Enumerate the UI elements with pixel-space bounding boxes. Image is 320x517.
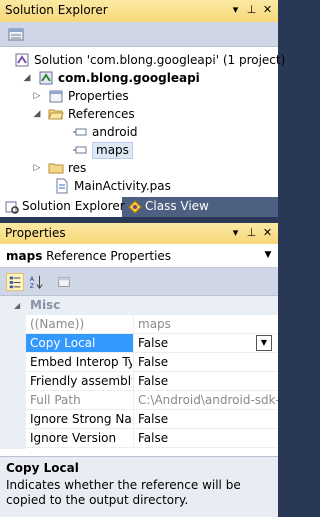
property-value: maps xyxy=(138,317,171,331)
properties-toolbar: A Z xyxy=(0,268,278,296)
object-name: maps xyxy=(6,249,43,263)
grid-margin xyxy=(0,296,26,449)
property-value[interactable]: False xyxy=(138,410,278,428)
property-value[interactable]: False xyxy=(138,429,278,447)
alphabetical-icon[interactable]: A Z xyxy=(27,273,45,291)
tree-item-project-label: com.blong.googleapi xyxy=(58,71,200,85)
column-separator xyxy=(133,410,134,429)
category-row-misc[interactable]: ◢ Misc xyxy=(0,296,278,315)
column-separator xyxy=(133,315,134,334)
property-name: ((Name)) xyxy=(30,317,85,331)
property-row-name[interactable]: ((Name)) maps xyxy=(26,315,278,334)
class-view-icon xyxy=(128,200,142,214)
property-name: Copy Local xyxy=(26,334,133,352)
properties-folder-icon xyxy=(49,90,63,103)
properties-titlebar[interactable]: Properties ▾ ⊥ ✕ xyxy=(0,223,278,244)
properties-panel: Properties ▾ ⊥ ✕ maps Reference Properti… xyxy=(0,223,278,517)
tree-item-mainactivity-label: MainActivity.pas xyxy=(74,179,171,193)
property-name: Ignore Strong Name xyxy=(30,412,132,426)
tree-item-references[interactable]: ◢ References xyxy=(32,105,135,123)
collapse-triangle-icon[interactable]: ◢ xyxy=(14,296,20,315)
property-value: C:\Android\android-sdk-w xyxy=(138,393,278,407)
tree-item-properties[interactable]: ▷ Properties xyxy=(32,87,129,105)
close-icon[interactable]: ✕ xyxy=(261,3,274,17)
tree-item-references-label: References xyxy=(68,107,135,121)
solution-tree: Solution 'com.blong.googleapi' (1 projec… xyxy=(0,47,285,197)
pin-icon[interactable]: ⊥ xyxy=(245,226,258,240)
solution-icon xyxy=(15,53,29,67)
svg-text:Z: Z xyxy=(30,283,34,290)
property-name: Embed Interop Type xyxy=(30,355,132,369)
object-selector[interactable]: maps Reference Properties ▼ xyxy=(0,244,278,268)
chevron-down-icon[interactable]: ▼ xyxy=(256,335,272,351)
tree-item-mainactivity[interactable]: MainActivity.pas xyxy=(54,177,171,195)
tree-item-project[interactable]: ◢ com.blong.googleapi xyxy=(22,69,200,87)
property-row-ignore-strong-name[interactable]: Ignore Strong Name False xyxy=(26,410,278,429)
source-file-icon xyxy=(56,178,68,194)
description-text: Indicates whether the reference will be … xyxy=(6,478,241,507)
solution-explorer-panel: Solution Explorer ▾ ⊥ ✕ Solution 'com.bl… xyxy=(0,0,285,217)
property-name: Full Path xyxy=(30,393,81,407)
property-row-embed-interop[interactable]: Embed Interop Type False xyxy=(26,353,278,372)
column-separator xyxy=(133,429,134,448)
object-type: Reference Properties xyxy=(46,249,172,263)
property-row-ignore-version[interactable]: Ignore Version False xyxy=(26,429,278,448)
tab-solution-explorer[interactable]: Solution Explorer xyxy=(0,197,125,217)
folder-icon xyxy=(48,163,64,174)
pin-icon[interactable]: ⊥ xyxy=(245,3,258,17)
tree-item-properties-label: Properties xyxy=(68,89,129,103)
property-row-copy-local[interactable]: Copy Local False ▼ xyxy=(26,334,278,353)
open-folder-icon xyxy=(48,109,64,120)
property-grid: ◢ Misc ((Name)) maps Copy Local False ▼ … xyxy=(0,296,278,449)
property-row-friendly-assembly[interactable]: Friendly assembly False xyxy=(26,372,278,391)
reference-icon xyxy=(73,146,87,154)
tree-item-ref-android[interactable]: android xyxy=(72,123,138,141)
solution-explorer-titlebar[interactable]: Solution Explorer ▾ ⊥ ✕ xyxy=(0,0,278,22)
property-value[interactable]: False xyxy=(138,353,278,371)
solution-explorer-title: Solution Explorer xyxy=(5,3,108,17)
project-icon xyxy=(39,71,53,85)
collapsed-arrow-icon[interactable]: ▷ xyxy=(32,87,42,105)
tree-item-res-label: res xyxy=(68,161,87,175)
tab-solution-explorer-label: Solution Explorer xyxy=(22,199,125,213)
dropdown-icon[interactable]: ▾ xyxy=(229,226,242,240)
properties-title: Properties xyxy=(5,226,66,240)
categorized-icon[interactable] xyxy=(6,273,24,291)
chevron-down-icon[interactable]: ▼ xyxy=(262,250,274,262)
category-label: Misc xyxy=(30,298,61,312)
column-separator xyxy=(133,391,134,410)
property-name: Ignore Version xyxy=(30,431,117,445)
property-pages-icon[interactable] xyxy=(55,273,73,291)
property-row-full-path[interactable]: Full Path C:\Android\android-sdk-w xyxy=(26,391,278,410)
solution-explorer-tabstrip: Solution Explorer Class View xyxy=(0,197,278,217)
solution-explorer-icon xyxy=(5,201,19,214)
property-name: Friendly assembly xyxy=(30,374,132,388)
tree-item-solution[interactable]: Solution 'com.blong.googleapi' (1 projec… xyxy=(14,51,285,69)
column-separator xyxy=(133,372,134,391)
tab-class-view[interactable]: Class View xyxy=(123,197,213,217)
description-title: Copy Local xyxy=(6,461,79,475)
tree-item-ref-android-label: android xyxy=(92,125,138,139)
tree-item-res[interactable]: ▷ res xyxy=(32,159,87,177)
expanded-arrow-icon[interactable]: ◢ xyxy=(32,105,42,123)
svg-text:A: A xyxy=(30,276,35,283)
tree-item-solution-label: Solution 'com.blong.googleapi' (1 projec… xyxy=(34,53,286,67)
reference-icon xyxy=(73,128,87,136)
column-separator xyxy=(133,334,134,353)
properties-toolbar-icon[interactable] xyxy=(8,26,25,42)
dropdown-icon[interactable]: ▾ xyxy=(229,3,242,17)
tree-item-ref-maps-label: maps xyxy=(92,141,133,159)
property-value[interactable]: False xyxy=(138,372,278,390)
expanded-arrow-icon[interactable]: ◢ xyxy=(22,69,32,87)
description-pane: Copy Local Indicates whether the referen… xyxy=(0,456,278,517)
tree-item-ref-maps[interactable]: maps xyxy=(72,141,133,159)
collapsed-arrow-icon[interactable]: ▷ xyxy=(32,159,42,177)
close-icon[interactable]: ✕ xyxy=(261,226,274,240)
tab-class-view-label: Class View xyxy=(145,199,209,213)
column-separator xyxy=(133,353,134,372)
solution-explorer-toolbar xyxy=(0,22,278,47)
